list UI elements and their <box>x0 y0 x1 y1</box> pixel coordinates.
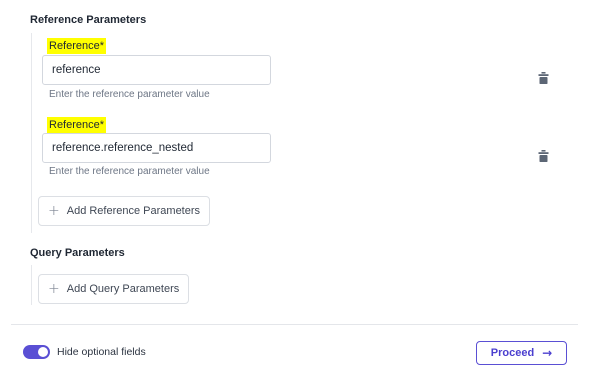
reference-field-label: Reference* <box>47 38 107 54</box>
reference-helper-text: Enter the reference parameter value <box>49 89 210 100</box>
reference-nested-field-label: Reference* <box>47 117 107 133</box>
query-parameters-title: Query Parameters <box>30 247 125 259</box>
reference-nested-input[interactable]: reference.reference_nested <box>42 133 271 163</box>
arrow-right-icon: → <box>542 346 553 360</box>
proceed-label: Proceed <box>490 347 535 359</box>
add-query-parameters-label: Add Query Parameters <box>66 283 180 295</box>
query-section-guide-line <box>31 265 32 305</box>
add-query-parameters-button[interactable]: + Add Query Parameters <box>38 274 190 304</box>
trash-icon[interactable] <box>538 150 549 162</box>
footer-divider <box>11 324 578 325</box>
trash-icon[interactable] <box>538 72 549 84</box>
toggle-knob <box>38 347 48 357</box>
add-reference-parameters-button[interactable]: + Add Reference Parameters <box>38 196 211 226</box>
reference-nested-helper-text: Enter the reference parameter value <box>49 166 210 177</box>
hide-optional-fields-toggle[interactable] <box>23 345 50 359</box>
reference-input[interactable]: reference <box>42 55 271 85</box>
reference-parameters-title: Reference Parameters <box>30 14 147 26</box>
plus-icon: + <box>48 203 60 219</box>
proceed-button[interactable]: Proceed → <box>476 341 567 365</box>
hide-optional-fields-label: Hide optional fields <box>57 346 146 358</box>
add-reference-parameters-label: Add Reference Parameters <box>66 205 201 217</box>
plus-icon: + <box>48 281 60 297</box>
reference-section-guide-line <box>31 33 32 233</box>
